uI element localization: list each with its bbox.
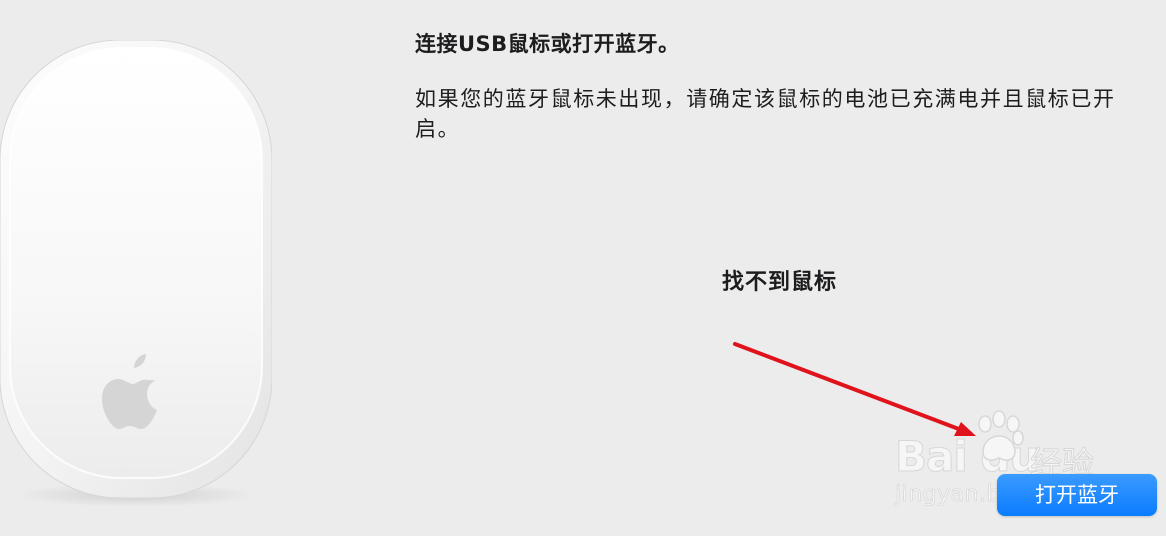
annotation-label: 找不到鼠标 <box>722 270 838 295</box>
magic-mouse-illustration <box>0 40 272 507</box>
turn-on-bluetooth-button[interactable]: 打开蓝牙 <box>997 474 1157 516</box>
dialog-title: 连接USB鼠标或打开蓝牙。 <box>415 32 680 56</box>
annotation-arrow-icon <box>733 342 976 436</box>
dialog-description: 如果您的蓝牙鼠标未出现，请确定该鼠标的电池已充满电并且鼠标已开启。 <box>415 87 1116 141</box>
